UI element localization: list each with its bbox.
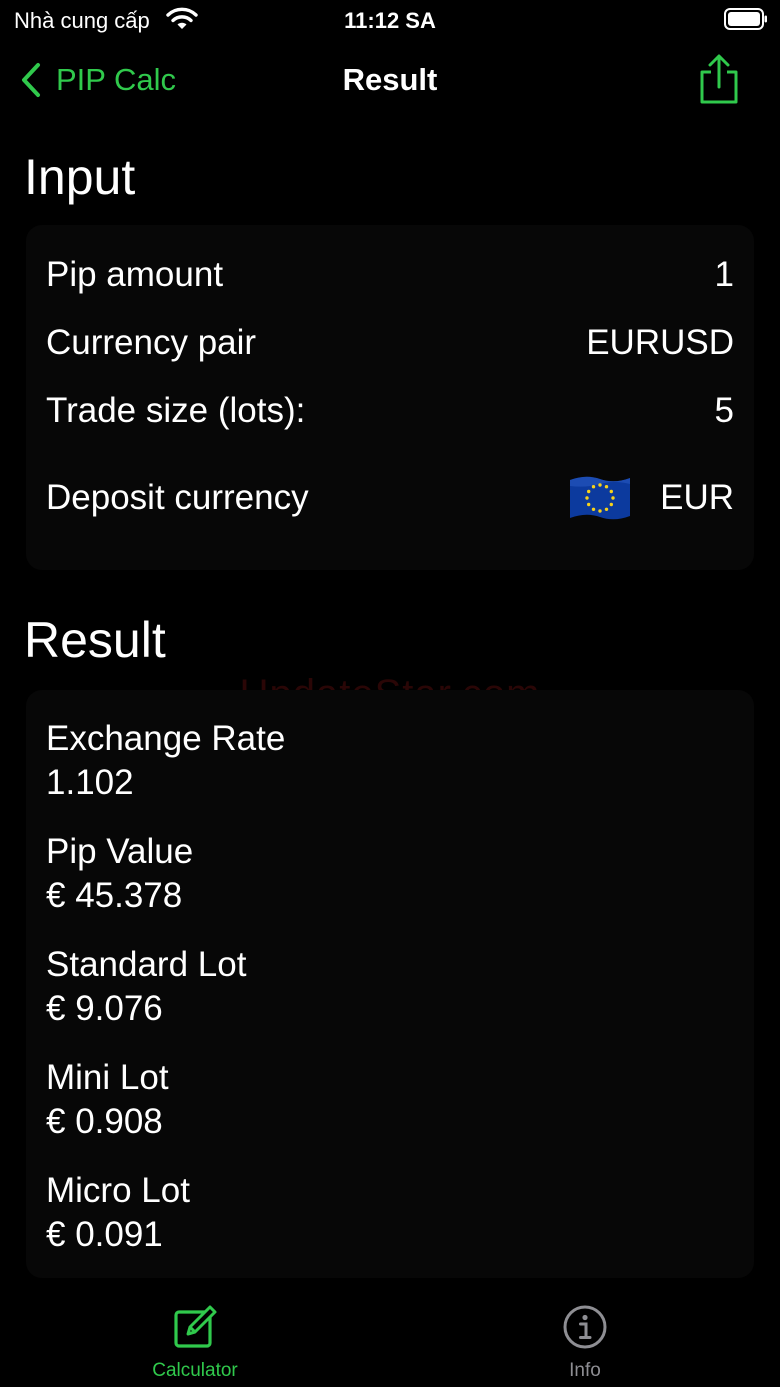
tab-info[interactable]: Info [485, 1304, 685, 1382]
info-circle-icon [563, 1305, 607, 1349]
exchange-rate-item: Exchange Rate 1.102 [46, 718, 285, 804]
input-section-title: Input [24, 149, 136, 205]
page-title: Result [342, 62, 438, 97]
deposit-currency-value-group: EUR [568, 474, 734, 522]
pip-amount-row: Pip amount 1 [46, 250, 734, 300]
tab-info-label: Info [569, 1360, 601, 1381]
micro-lot-label: Micro Lot [46, 1171, 190, 1210]
standard-lot-label: Standard Lot [46, 945, 247, 984]
currency-pair-label: Currency pair [46, 323, 257, 362]
deposit-currency-label: Deposit currency [46, 478, 309, 517]
result-section-title: Result [24, 612, 166, 668]
pip-amount-label: Pip amount [46, 255, 224, 294]
deposit-currency-row: Deposit currency EUR [46, 473, 734, 523]
eu-flag-icon [570, 476, 631, 520]
tab-calculator[interactable]: Calculator [95, 1304, 295, 1382]
input-card: Pip amount 1 Currency pair EURUSD Trade … [26, 225, 754, 570]
mini-lot-label: Mini Lot [46, 1058, 169, 1097]
tab-calculator-label: Calculator [152, 1360, 238, 1381]
micro-lot-value: € 0.091 [46, 1215, 163, 1254]
result-card: Exchange Rate 1.102 Pip Value € 45.378 S… [26, 690, 754, 1278]
pip-value-value: € 45.378 [46, 876, 183, 915]
exchange-rate-label: Exchange Rate [46, 719, 286, 758]
currency-pair-row: Currency pair EURUSD [46, 318, 734, 368]
battery-icon [724, 8, 767, 30]
deposit-currency-value: EUR [660, 478, 734, 517]
navigation-bar: PIP Calc Result [0, 44, 780, 116]
currency-pair-value: EURUSD [586, 323, 734, 362]
edit-square-icon [174, 1305, 217, 1348]
pip-value-item: Pip Value € 45.378 [46, 831, 193, 917]
mini-lot-value: € 0.908 [46, 1102, 163, 1141]
pip-amount-value: 1 [714, 255, 734, 294]
share-icon[interactable] [698, 54, 740, 106]
trade-size-value: 5 [714, 391, 734, 430]
trade-size-label: Trade size (lots): [46, 391, 306, 430]
tab-bar: Calculator Info [0, 1290, 780, 1387]
micro-lot-item: Micro Lot € 0.091 [46, 1170, 190, 1256]
mini-lot-item: Mini Lot € 0.908 [46, 1057, 169, 1143]
status-bar: Nhà cung cấp 11:12 SA [0, 0, 780, 40]
trade-size-row: Trade size (lots): 5 [46, 386, 734, 436]
clock: 11:12 SA [344, 8, 436, 33]
pip-value-label: Pip Value [46, 832, 194, 871]
exchange-rate-value: 1.102 [46, 763, 134, 802]
standard-lot-item: Standard Lot € 9.076 [46, 944, 246, 1030]
standard-lot-value: € 9.076 [46, 989, 163, 1028]
